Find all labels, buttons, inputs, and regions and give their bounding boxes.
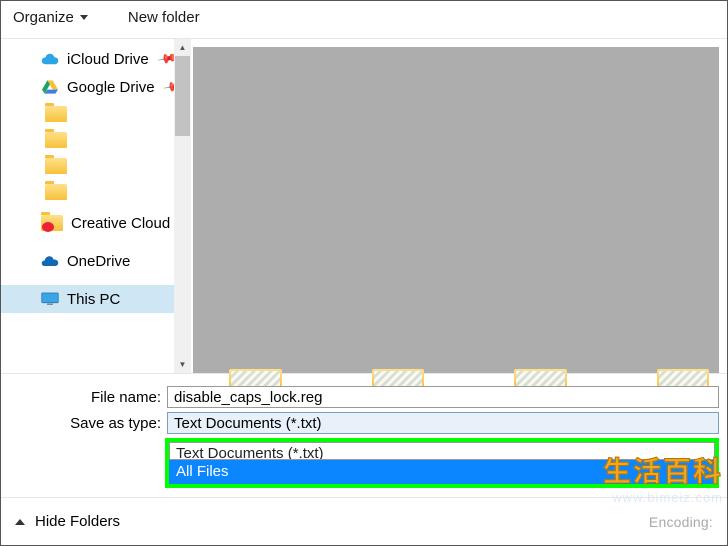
saveastype-value: Text Documents (*.txt)	[174, 415, 322, 432]
sidebar-item-creative-cloud[interactable]: Creative Cloud Fil	[1, 209, 191, 237]
folder-icon	[45, 184, 67, 200]
main-area: iCloud Drive 📌 Google Drive 📌	[1, 39, 727, 374]
dropdown-option-allfiles[interactable]: All Files	[169, 460, 715, 484]
filename-value: disable_caps_lock.reg	[174, 389, 322, 406]
encoding-label: Encoding:	[649, 514, 713, 530]
toolbar: Organize New folder	[1, 1, 727, 39]
gdrive-icon	[41, 78, 59, 96]
folder-icon	[45, 158, 67, 174]
saveastype-dropdown: Text Documents (*.txt) All Files	[165, 438, 719, 488]
sidebar-item-folder[interactable]	[1, 101, 191, 127]
scroll-down-icon[interactable]: ▼	[179, 356, 187, 373]
sidebar-scrollbar[interactable]: ▲ ▼	[174, 39, 191, 373]
cloud-icon	[41, 50, 59, 68]
cc-folder-icon	[41, 215, 63, 231]
hide-folders-button[interactable]: Hide Folders	[35, 513, 120, 530]
organize-menu[interactable]: Organize	[13, 9, 88, 26]
onedrive-icon	[41, 252, 59, 270]
filename-label: File name:	[9, 389, 167, 406]
sidebar-item-this-pc[interactable]: This PC	[1, 285, 191, 313]
folder-icon	[45, 132, 67, 148]
sidebar-item-folder[interactable]	[1, 153, 191, 179]
folder-content-area[interactable]	[193, 47, 719, 373]
sidebar-item-gdrive[interactable]: Google Drive 📌	[1, 73, 191, 101]
scroll-thumb[interactable]	[175, 56, 190, 136]
folder-icon	[45, 106, 67, 122]
sidebar-item-label: iCloud Drive	[67, 51, 149, 68]
chevron-up-icon[interactable]	[15, 519, 25, 525]
sidebar-item-folder[interactable]	[1, 179, 191, 205]
highlight-outline: Text Documents (*.txt) All Files	[165, 438, 719, 488]
bottom-bar: Hide Folders Encoding:	[1, 497, 727, 545]
sidebar-item-label: Google Drive	[67, 79, 155, 96]
sidebar-item-onedrive[interactable]: OneDrive	[1, 247, 191, 275]
filename-row: File name: disable_caps_lock.reg	[9, 386, 719, 408]
saveastype-row: Save as type: Text Documents (*.txt)	[9, 412, 719, 434]
scroll-up-icon[interactable]: ▲	[179, 39, 187, 56]
sidebar-item-folder[interactable]	[1, 127, 191, 153]
sidebar-item-label: OneDrive	[67, 253, 130, 270]
sidebar-item-label: Creative Cloud Fil	[71, 215, 190, 232]
caret-down-icon	[80, 15, 88, 20]
save-form: File name: disable_caps_lock.reg Save as…	[1, 374, 727, 446]
organize-label: Organize	[13, 9, 74, 26]
dropdown-option-txt[interactable]: Text Documents (*.txt)	[169, 442, 715, 460]
sidebar-item-label: This PC	[67, 291, 120, 308]
sidebar-item-icloud[interactable]: iCloud Drive 📌	[1, 45, 191, 73]
nav-tree: iCloud Drive 📌 Google Drive 📌	[1, 39, 191, 373]
saveastype-combobox[interactable]: Text Documents (*.txt)	[167, 412, 719, 434]
filename-input[interactable]: disable_caps_lock.reg	[167, 386, 719, 408]
saveastype-label: Save as type:	[9, 415, 167, 432]
new-folder-button[interactable]: New folder	[128, 9, 200, 26]
pc-icon	[41, 290, 59, 308]
